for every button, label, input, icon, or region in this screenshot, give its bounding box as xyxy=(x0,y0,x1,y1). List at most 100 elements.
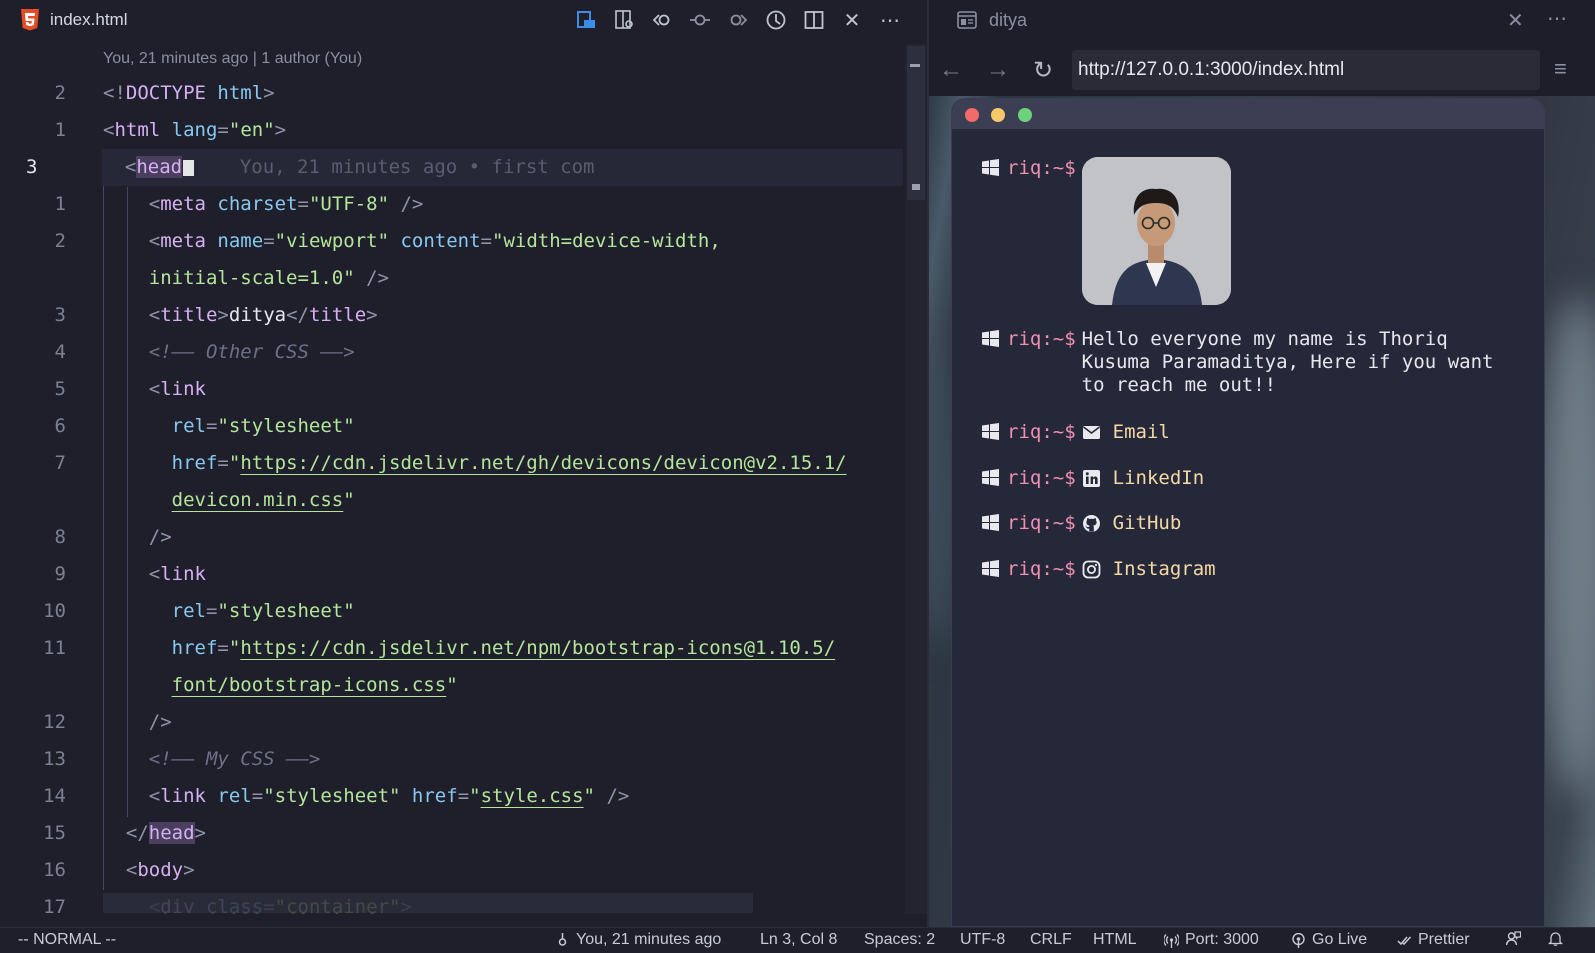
instagram-icon xyxy=(1082,560,1101,579)
line-number: 3 xyxy=(54,304,66,326)
intro-text: Hello everyone my name is Thoriq Kusuma … xyxy=(1081,328,1505,396)
prompt: riq:~$ xyxy=(1007,157,1076,179)
encoding[interactable]: UTF-8 xyxy=(960,931,1005,949)
code-area[interactable]: <!DOCTYPE html> <html lang="en"> <head Y… xyxy=(102,75,903,926)
line-number: 16 xyxy=(43,859,66,881)
url-link[interactable]: https://cdn.jsdelivr.net/gh/devicons/dev… xyxy=(240,452,846,474)
prettier-status[interactable]: Prettier xyxy=(1397,931,1470,949)
go-forward-icon[interactable] xyxy=(726,8,750,32)
prettier-label: Prettier xyxy=(1418,931,1470,948)
blame-header[interactable]: You, 21 minutes ago | 1 author (You) xyxy=(103,50,362,68)
tab-index-html[interactable]: index.html xyxy=(20,8,127,32)
go-live-button[interactable]: Go Live xyxy=(1291,931,1367,949)
code-editor[interactable]: index.html ✕ ⋯ You, 21 minutes ago | 1 a… xyxy=(0,0,927,927)
menu-icon[interactable]: ≡ xyxy=(1554,56,1567,82)
line-number: 2 xyxy=(54,82,66,104)
instagram-link[interactable]: Instagram xyxy=(1113,558,1216,581)
terminal-window: riq:~$ riq:~$ Hello everyone my name is … xyxy=(951,98,1545,927)
windows-icon xyxy=(982,159,999,176)
inspect-icon[interactable] xyxy=(612,8,636,32)
code-line: <meta name="viewport" content="width=dev… xyxy=(148,230,721,252)
windows-icon xyxy=(982,423,999,440)
terminal-line-intro: riq:~$ Hello everyone my name is Thoriq … xyxy=(982,328,1522,397)
preview-tab-bar: ditya ✕ ⋯ xyxy=(929,0,1595,40)
line-number xyxy=(0,260,90,297)
accounts-icon[interactable] xyxy=(1506,931,1521,946)
code-line: /> xyxy=(148,526,172,548)
preview-tab-title: ditya xyxy=(989,9,1028,30)
line-number xyxy=(0,482,90,519)
line-number: 6 xyxy=(54,415,66,437)
code-line: href="https://cdn.jsdelivr.net/gh/devico… xyxy=(171,452,847,474)
code-comment: <!—— Other CSS ——> xyxy=(148,341,355,363)
code-line: <html lang="en"> xyxy=(103,119,287,141)
browser-preview: ditya ✕ ⋯ ← → ↻ http://127.0.0.1:3000/in… xyxy=(929,0,1595,927)
timeline-icon[interactable] xyxy=(764,8,788,32)
more-actions-icon[interactable]: ⋯ xyxy=(1547,6,1568,31)
line-number: 4 xyxy=(54,341,66,363)
url-link[interactable]: https://cdn.jsdelivr.net/npm/bootstrap-i… xyxy=(240,637,835,659)
double-check-icon xyxy=(1397,935,1412,945)
code-line: <body> xyxy=(125,859,195,881)
code-comment: <!—— My CSS ——> xyxy=(148,748,321,770)
go-back-icon[interactable] xyxy=(650,8,674,32)
reload-icon[interactable]: ↻ xyxy=(1033,56,1053,85)
windows-icon xyxy=(982,330,999,347)
close-dot[interactable] xyxy=(965,108,979,122)
code-line: rel="stylesheet" xyxy=(171,415,355,437)
close-icon[interactable]: ✕ xyxy=(840,8,864,32)
line-number: 1 xyxy=(54,193,66,215)
editor-tab-bar: index.html ✕ ⋯ xyxy=(0,0,927,40)
prompt: riq:~$ xyxy=(1007,512,1076,534)
code-line-wrap: initial-scale=1.0" /> xyxy=(148,267,389,289)
github-link[interactable]: GitHub xyxy=(1113,512,1182,535)
open-preview-icon[interactable] xyxy=(574,8,598,32)
terminal-body: riq:~$ riq:~$ Hello everyone my name is … xyxy=(952,129,1544,926)
linkedin-link[interactable]: LinkedIn xyxy=(1113,467,1205,490)
notifications-icon[interactable] xyxy=(1548,931,1563,946)
code-line-wrap: font/bootstrap-icons.css" xyxy=(171,674,458,696)
language-mode[interactable]: HTML xyxy=(1093,931,1137,949)
forward-arrow-icon[interactable]: → xyxy=(986,56,1010,84)
code-line: /> xyxy=(148,711,172,733)
linkedin-icon xyxy=(1082,470,1100,487)
line-number: 14 xyxy=(43,785,66,807)
line-number: 12 xyxy=(43,711,66,733)
cursor-position[interactable]: Ln 3, Col 8 xyxy=(760,931,837,949)
maximize-dot[interactable] xyxy=(1018,108,1032,122)
url-link[interactable]: font/bootstrap-icons.css xyxy=(172,674,447,696)
envelope-icon xyxy=(1082,426,1100,439)
terminal-titlebar xyxy=(952,99,1544,129)
code-line: <link rel="stylesheet" href="style.css" … xyxy=(148,785,630,807)
browser-navigation: ← → ↻ http://127.0.0.1:3000/index.html ≡ xyxy=(929,46,1595,94)
back-arrow-icon[interactable]: ← xyxy=(939,56,963,84)
profile-photo xyxy=(1081,157,1231,305)
prompt: riq:~$ xyxy=(1007,467,1076,489)
live-server-port[interactable]: Port: 3000 xyxy=(1164,931,1259,949)
horizontal-scrollbar[interactable] xyxy=(103,893,753,913)
code-line: <meta charset="UTF-8" /> xyxy=(148,193,424,215)
git-blame-status[interactable]: You, 21 minutes ago xyxy=(555,931,721,949)
line-number: 17 xyxy=(43,896,66,918)
more-actions-icon[interactable]: ⋯ xyxy=(878,8,902,32)
inline-blame: You, 21 minutes ago • first com xyxy=(194,156,595,178)
html5-icon xyxy=(21,9,39,31)
git-commit-icon xyxy=(558,932,567,946)
git-commit-icon[interactable] xyxy=(688,8,712,32)
close-icon[interactable]: ✕ xyxy=(1507,8,1524,33)
tab-preview[interactable]: ditya xyxy=(957,8,1027,32)
email-link[interactable]: Email xyxy=(1113,421,1170,444)
address-bar[interactable]: http://127.0.0.1:3000/index.html xyxy=(1072,50,1540,90)
code-line: href="https://cdn.jsdelivr.net/npm/boots… xyxy=(171,637,836,659)
terminal-line-avatar: riq:~$ xyxy=(982,157,1231,305)
bell-icon xyxy=(1548,932,1563,946)
url-link[interactable]: devicon.min.css xyxy=(172,489,344,511)
scrollbar-thumb[interactable] xyxy=(907,46,925,200)
code-line: <!DOCTYPE html> xyxy=(103,82,275,104)
person-feedback-icon xyxy=(1506,931,1521,946)
end-of-line[interactable]: CRLF xyxy=(1030,931,1072,949)
indentation[interactable]: Spaces: 2 xyxy=(864,931,935,949)
split-editor-icon[interactable] xyxy=(802,8,826,32)
minimize-dot[interactable] xyxy=(991,108,1005,122)
url-link[interactable]: style.css xyxy=(481,785,584,807)
